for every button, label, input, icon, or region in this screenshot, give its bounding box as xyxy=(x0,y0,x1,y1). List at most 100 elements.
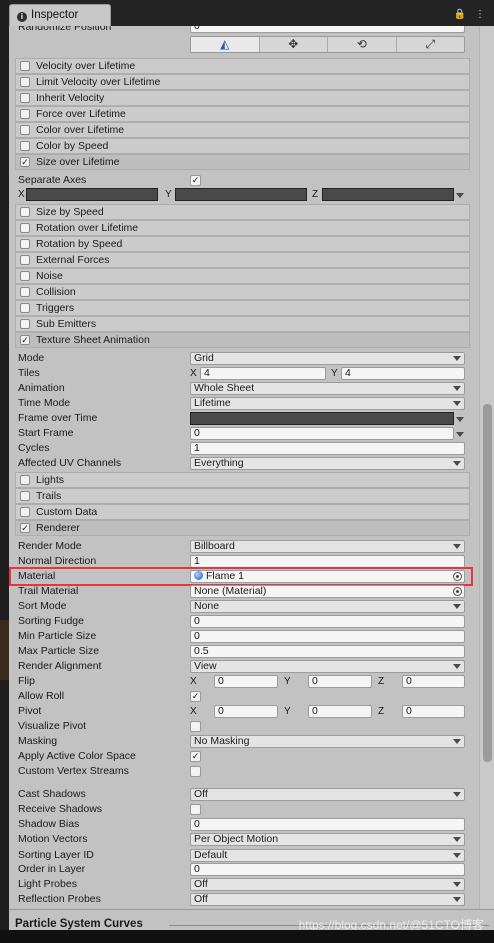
module-checkbox[interactable] xyxy=(20,475,30,485)
chevron-down-icon[interactable] xyxy=(456,193,464,198)
flip-x-field[interactable]: 0 xyxy=(214,675,278,688)
module-noise[interactable]: Noise xyxy=(15,268,470,284)
module-color-by-speed[interactable]: Color by Speed xyxy=(15,138,470,154)
module-checkbox[interactable] xyxy=(20,93,30,103)
pivot-z-field[interactable]: 0 xyxy=(402,705,465,718)
module-checkbox[interactable] xyxy=(20,491,30,501)
module-checkbox[interactable] xyxy=(20,207,30,217)
module-texture-sheet-animation[interactable]: ✓ Texture Sheet Animation xyxy=(15,332,470,348)
module-custom-data[interactable]: Custom Data xyxy=(15,504,470,520)
start-frame-field[interactable]: 0 xyxy=(190,427,454,440)
rotate-icon[interactable]: ⟲ xyxy=(328,37,397,52)
flip-y-field[interactable]: 0 xyxy=(308,675,372,688)
module-trails[interactable]: Trails xyxy=(15,488,470,504)
motion-vectors-dropdown[interactable]: Per Object Motion xyxy=(190,833,465,846)
module-rotation-over-lifetime[interactable]: Rotation over Lifetime xyxy=(15,220,470,236)
module-rotation-by-speed[interactable]: Rotation by Speed xyxy=(15,236,470,252)
custom-streams-checkbox[interactable] xyxy=(190,766,201,777)
module-checkbox[interactable] xyxy=(20,507,30,517)
edit-shape-icon[interactable]: ◭ xyxy=(191,37,260,52)
cast-shadows-dropdown[interactable]: Off xyxy=(190,788,465,801)
module-inherit-velocity[interactable]: Inherit Velocity xyxy=(15,90,470,106)
size-y-curve[interactable] xyxy=(175,188,307,201)
cast-shadows-row: Cast Shadows Off xyxy=(9,787,475,802)
module-checkbox-checked[interactable]: ✓ xyxy=(20,157,30,167)
receive-shadows-checkbox[interactable] xyxy=(190,804,201,815)
module-color-over-lifetime[interactable]: Color over Lifetime xyxy=(15,122,470,138)
render-mode-dropdown[interactable]: Billboard xyxy=(190,540,465,553)
module-checkbox[interactable] xyxy=(20,125,30,135)
visualize-pivot-checkbox[interactable] xyxy=(190,721,201,732)
inspector-panel: Randomize Position 0 ◭ ✥ ⟲ ⤢ Velocity ov… xyxy=(9,26,494,909)
module-checkbox[interactable] xyxy=(20,223,30,233)
module-force-over-lifetime[interactable]: Force over Lifetime xyxy=(15,106,470,122)
module-external-forces[interactable]: External Forces xyxy=(15,252,470,268)
color-space-checkbox[interactable]: ✓ xyxy=(190,751,201,762)
min-particle-size-field[interactable]: 0 xyxy=(190,630,465,643)
animation-dropdown[interactable]: Whole Sheet xyxy=(190,382,465,395)
randomize-position-field[interactable]: 0 xyxy=(190,26,465,33)
pivot-y-field[interactable]: 0 xyxy=(308,705,372,718)
order-in-layer-field[interactable]: 0 xyxy=(190,863,465,876)
scale-icon[interactable]: ⤢ xyxy=(397,37,465,52)
size-x-curve[interactable] xyxy=(26,188,158,201)
render-mode-row: Render Mode Billboard xyxy=(9,539,475,554)
sort-mode-dropdown[interactable]: None xyxy=(190,600,465,613)
tab-inspector[interactable]: i Inspector xyxy=(9,4,111,26)
shadow-bias-field[interactable]: 0 xyxy=(190,818,465,831)
pivot-x-field[interactable]: 0 xyxy=(214,705,278,718)
module-checkbox[interactable] xyxy=(20,271,30,281)
module-collision[interactable]: Collision xyxy=(15,284,470,300)
masking-dropdown[interactable]: No Masking xyxy=(190,735,465,748)
module-checkbox-checked[interactable]: ✓ xyxy=(20,335,30,345)
module-lights[interactable]: Lights xyxy=(15,472,470,488)
render-alignment-dropdown[interactable]: View xyxy=(190,660,465,673)
module-checkbox[interactable] xyxy=(20,287,30,297)
module-renderer[interactable]: ✓ Renderer xyxy=(15,520,470,536)
module-checkbox[interactable] xyxy=(20,61,30,71)
module-checkbox[interactable] xyxy=(20,319,30,329)
module-checkbox[interactable] xyxy=(20,239,30,249)
sorting-fudge-field[interactable]: 0 xyxy=(190,615,465,628)
max-particle-size-field[interactable]: 0.5 xyxy=(190,645,465,658)
allow-roll-checkbox[interactable]: ✓ xyxy=(190,691,201,702)
module-velocity-over-lifetime[interactable]: Velocity over Lifetime xyxy=(15,58,470,74)
module-checkbox[interactable] xyxy=(20,109,30,119)
lock-menu-icon[interactable]: 🔒 ⋮ xyxy=(454,9,488,20)
module-checkbox[interactable] xyxy=(20,141,30,151)
module-checkbox[interactable] xyxy=(20,255,30,265)
time-mode-dropdown[interactable]: Lifetime xyxy=(190,397,465,410)
flip-z-field[interactable]: 0 xyxy=(402,675,465,688)
frame-over-time-curve[interactable] xyxy=(190,412,454,425)
scrollbar-thumb[interactable] xyxy=(483,404,492,762)
module-triggers[interactable]: Triggers xyxy=(15,300,470,316)
animation-row: Animation Whole Sheet xyxy=(9,381,475,396)
object-picker-icon[interactable] xyxy=(453,587,462,596)
module-checkbox[interactable] xyxy=(20,303,30,313)
scene-thumbnail xyxy=(0,620,9,680)
sorting-layer-dropdown[interactable]: Default xyxy=(190,849,465,862)
module-size-by-speed[interactable]: Size by Speed xyxy=(15,204,470,220)
size-z-curve[interactable] xyxy=(322,188,454,201)
trail-material-field[interactable]: None (Material) xyxy=(190,585,465,598)
module-sub-emitters[interactable]: Sub Emitters xyxy=(15,316,470,332)
shape-edit-toolbar: ◭ ✥ ⟲ ⤢ xyxy=(190,36,465,53)
chevron-down-icon xyxy=(453,356,461,361)
module-size-over-lifetime[interactable]: ✓ Size over Lifetime xyxy=(15,154,470,170)
motion-vectors-row: Motion Vectors Per Object Motion xyxy=(9,832,475,847)
tiles-x-field[interactable]: 4 xyxy=(200,367,326,380)
move-icon[interactable]: ✥ xyxy=(260,37,328,52)
mode-dropdown[interactable]: Grid xyxy=(190,352,465,365)
separate-axes-checkbox[interactable]: ✓ xyxy=(190,175,201,186)
chevron-down-icon[interactable] xyxy=(456,432,464,437)
light-probes-dropdown[interactable]: Off xyxy=(190,878,465,891)
chevron-down-icon[interactable] xyxy=(456,417,464,422)
reflection-probes-dropdown[interactable]: Off xyxy=(190,893,465,906)
module-checkbox[interactable] xyxy=(20,77,30,87)
module-limit-velocity[interactable]: Limit Velocity over Lifetime xyxy=(15,74,470,90)
uv-channels-dropdown[interactable]: Everything xyxy=(190,457,465,470)
tiles-y-field[interactable]: 4 xyxy=(341,367,465,380)
vertical-scrollbar[interactable] xyxy=(479,26,494,909)
cycles-field[interactable]: 1 xyxy=(190,442,465,455)
module-checkbox-checked[interactable]: ✓ xyxy=(20,523,30,533)
